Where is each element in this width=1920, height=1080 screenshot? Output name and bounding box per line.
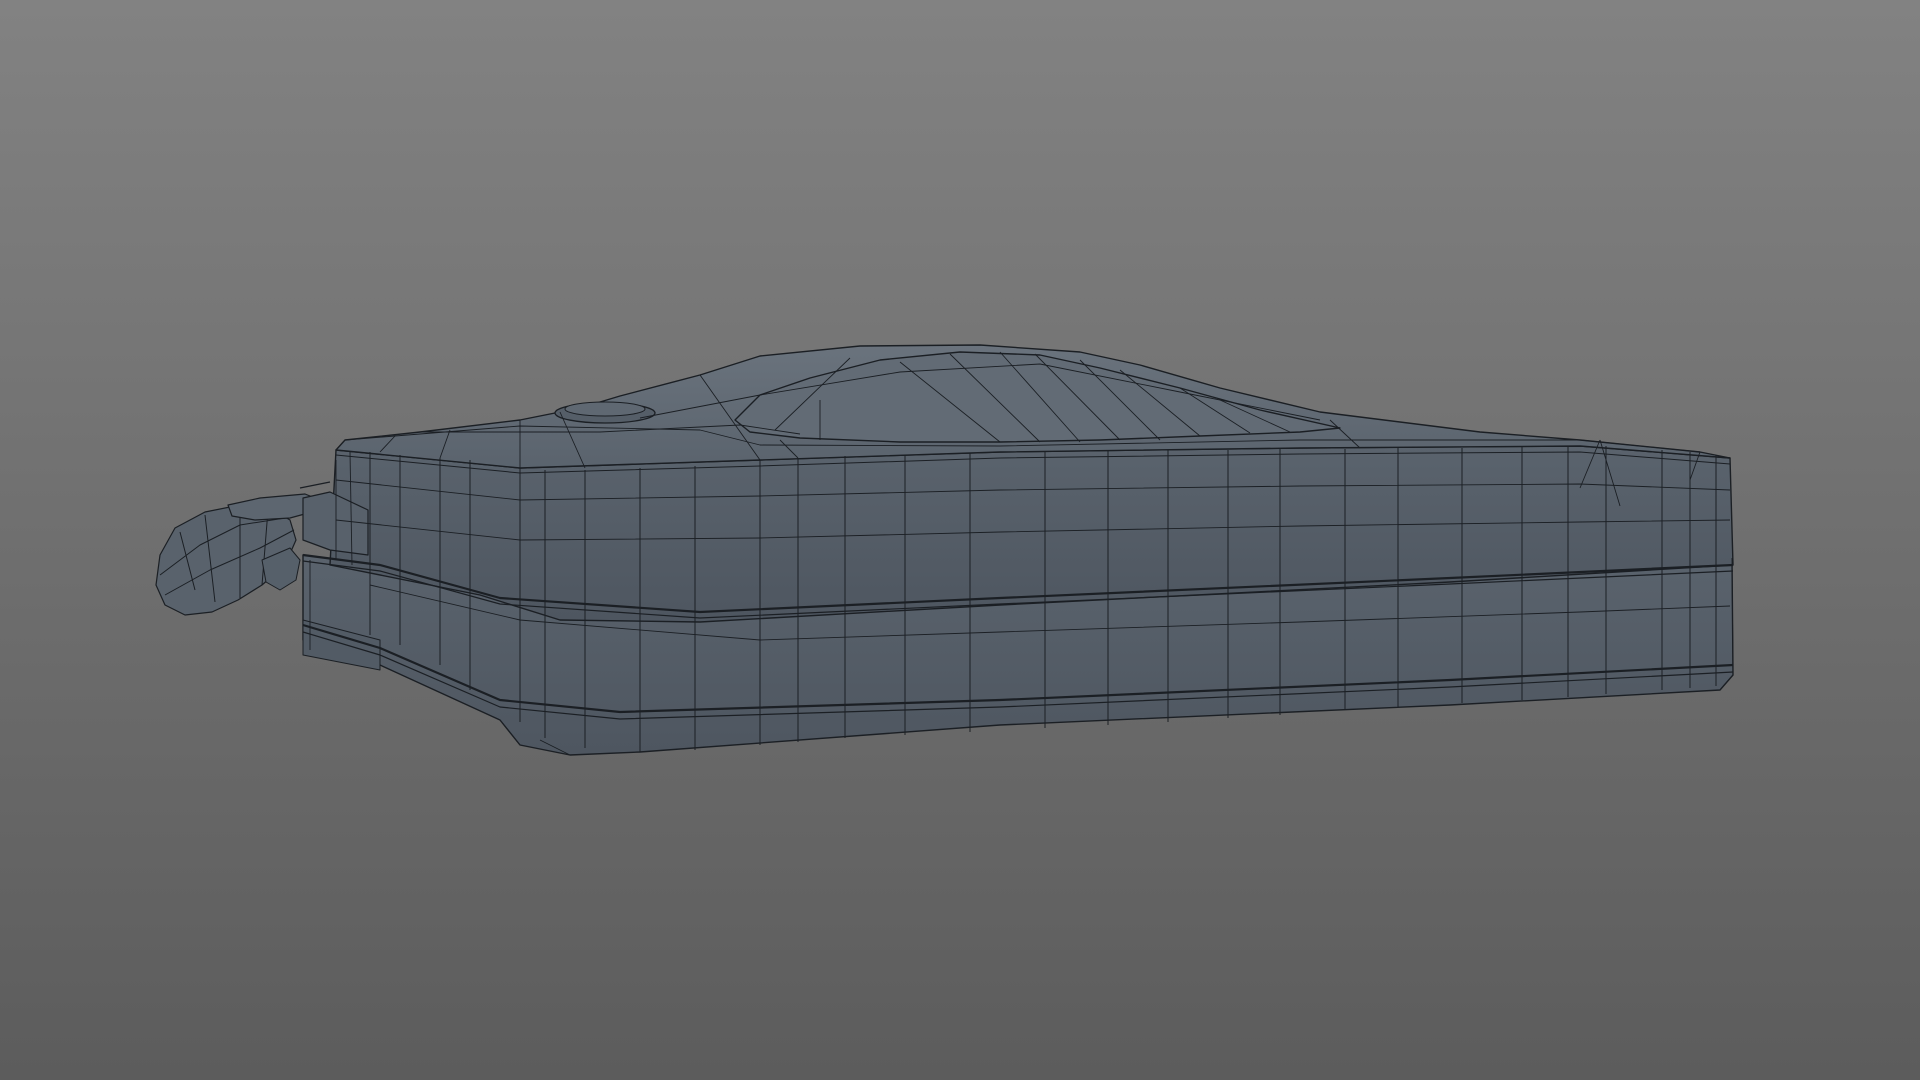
3d-viewport[interactable] (0, 0, 1920, 1080)
viewport-canvas[interactable] (0, 0, 1920, 1080)
